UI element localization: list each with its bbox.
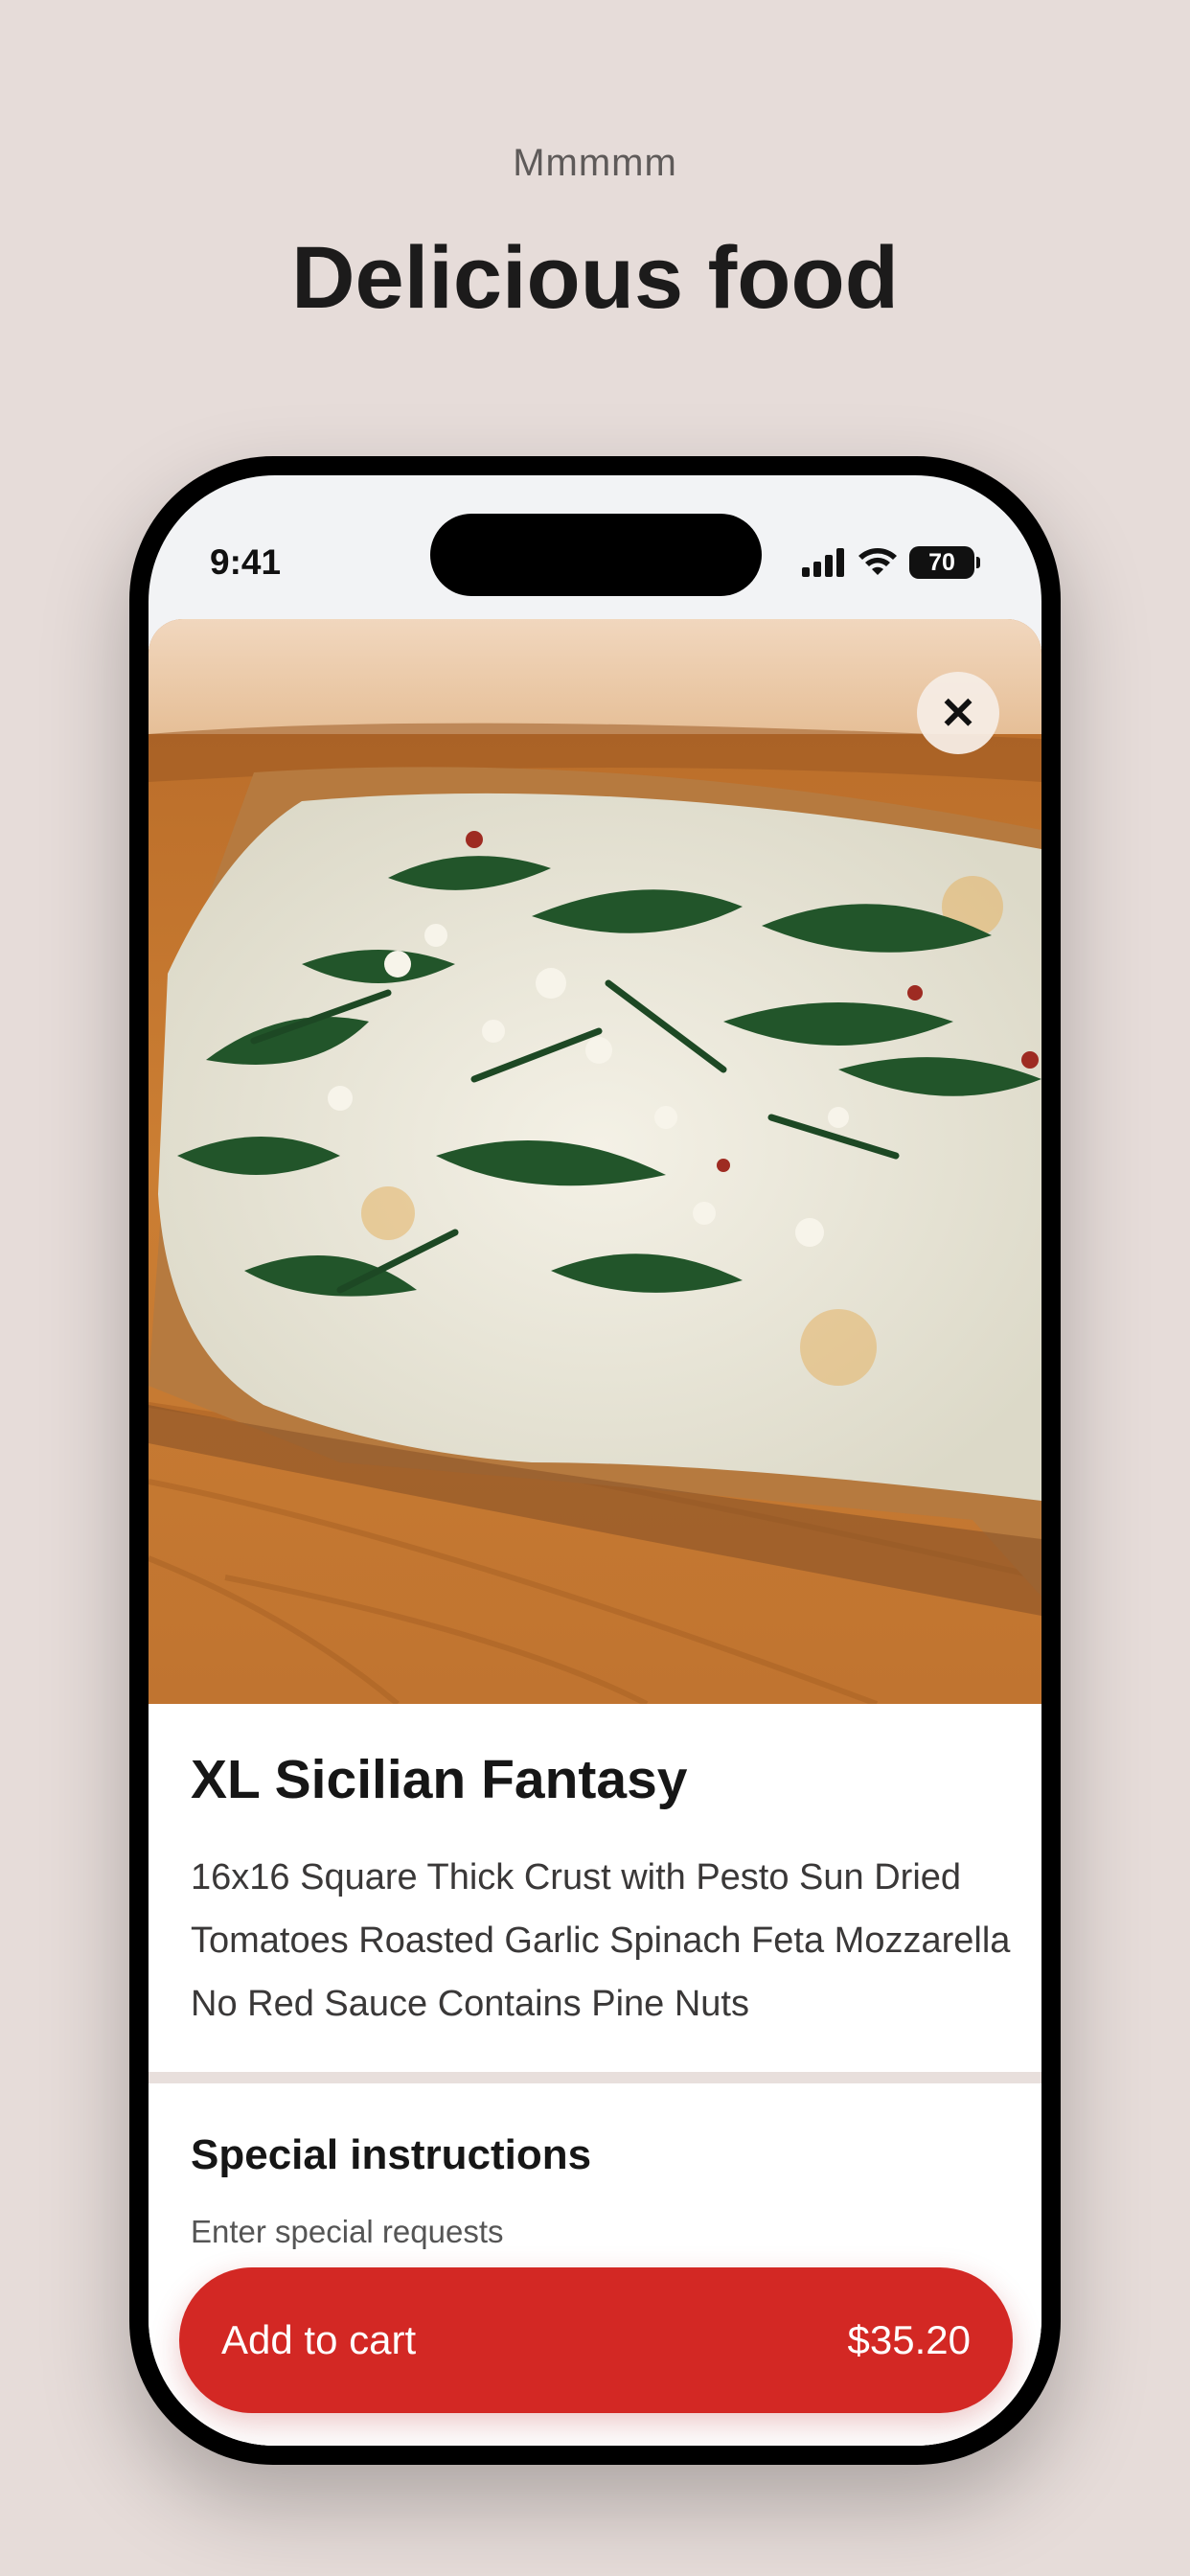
special-instructions-title: Special instructions [191,2131,592,2178]
item-title: XL Sicilian Fantasy [191,1749,688,1810]
status-icons: 70 [802,546,980,579]
phone-frame: 9:41 70 ✕ XL Sicilian Fantasy 16x16 Squa… [129,456,1061,2465]
add-to-cart-label: Add to cart [221,2317,417,2362]
pizza-photo [149,619,1041,1704]
add-to-cart-button[interactable]: Add to cart $35.20 [179,2267,1013,2413]
item-description: 16x16 Square Thick Crust with Pesto Sun … [191,1857,1011,2024]
phone-screen: 9:41 70 ✕ XL Sicilian Fantasy 16x16 Squa… [149,475,1041,2446]
battery-tip [976,557,980,568]
item-detail-sheet: ✕ XL Sicilian Fantasy 16x16 Square Thick… [149,619,1041,2446]
cellular-signal-icon [802,548,844,577]
dynamic-island [430,514,762,596]
wifi-icon [858,548,897,575]
cart-price: $35.20 [847,2317,971,2362]
battery-icon: 70 [909,546,974,579]
section-divider [149,2072,1041,2083]
page-headline: Delicious food [291,229,899,327]
bottom-bar [149,2421,1041,2446]
special-instructions-input[interactable] [191,2214,766,2250]
close-icon: ✕ [939,688,977,738]
status-time: 9:41 [210,542,282,582]
close-button[interactable]: ✕ [917,672,999,754]
page-eyebrow: Mmmmm [513,142,677,184]
